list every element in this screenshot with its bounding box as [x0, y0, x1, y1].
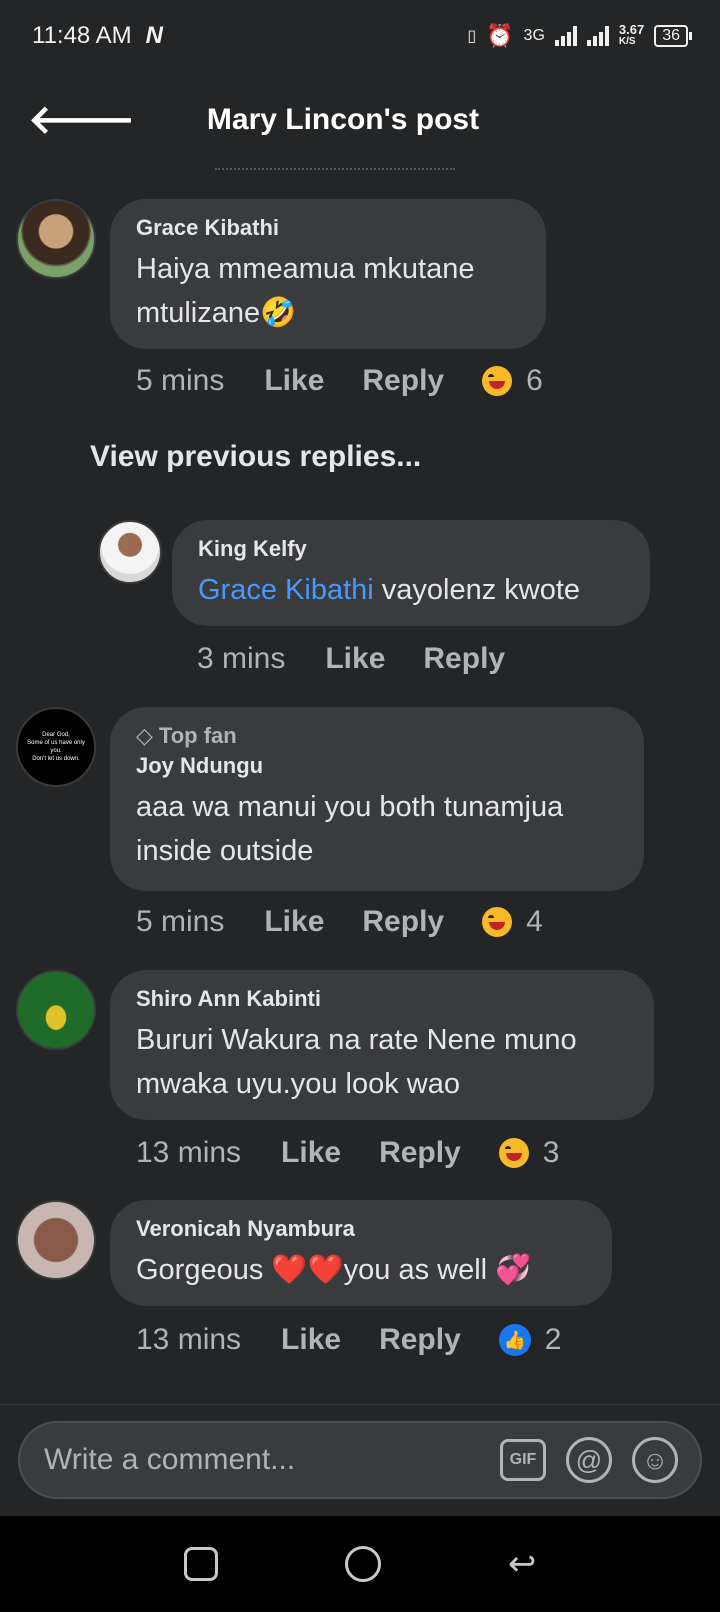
haha-reaction-icon [482, 366, 513, 396]
like-button[interactable]: Like [264, 364, 324, 398]
reply-button[interactable]: Reply [362, 905, 444, 939]
network-type: 3G [523, 27, 545, 44]
gif-icon[interactable]: GIF [500, 1439, 546, 1481]
comment-text: Bururi Wakura na rate Nene muno mwaka uy… [136, 1024, 577, 1100]
comment-bubble[interactable]: Shiro Ann Kabinti Bururi Wakura na rate … [110, 970, 654, 1120]
avatar[interactable] [16, 970, 96, 1050]
like-button[interactable]: Like [281, 1323, 341, 1357]
carrier-logo-icon: N [145, 22, 163, 49]
battery-icon: 36 [654, 25, 692, 47]
comment-actions: 13 mins Like Reply 3 [136, 1136, 559, 1170]
comment-composer: GIF @ ☺ [0, 1404, 720, 1517]
mention-at-icon[interactable]: @ [566, 1437, 612, 1483]
comment-actions: 5 mins Like Reply 6 [136, 364, 543, 398]
avatar[interactable]: Dear God, Some of us have only you. Don't l… [16, 707, 96, 787]
comment-author[interactable]: Joy Ndungu [136, 753, 618, 779]
status-bar: 11:48 AM N ▯ ⏰ 3G 3.67 K/S 36 [0, 0, 720, 72]
reaction-summary[interactable]: 6 [482, 364, 543, 398]
recents-icon[interactable] [183, 1547, 218, 1581]
comment-input-box[interactable]: GIF @ ☺ [18, 1421, 702, 1499]
comment-bubble[interactable]: ◇ Top fan Joy Ndungu aaa wa manui you bot… [110, 707, 644, 891]
comment-author[interactable]: Shiro Ann Kabinti [136, 986, 628, 1012]
reply-bubble[interactable]: King Kelfy Grace Kibathi vayolenz kwote [172, 520, 650, 626]
avatar-image-text: Dear God, Some of us have only you. Don't l… [27, 732, 85, 762]
status-time: 11:48 AM [32, 22, 132, 49]
vibrate-icon: ▯ [467, 28, 477, 45]
reply-button[interactable]: Reply [423, 642, 505, 676]
reply-button[interactable]: Reply [362, 364, 444, 398]
comment-time: 3 mins [197, 642, 286, 675]
comment-actions: 13 mins Like Reply 👍 2 [136, 1323, 561, 1357]
reaction-count: 6 [526, 364, 543, 397]
reaction-count: 2 [544, 1323, 562, 1356]
reply-button[interactable]: Reply [379, 1136, 461, 1170]
reaction-summary[interactable]: 👍 2 [498, 1323, 562, 1357]
comment-author[interactable]: Veronicah Nyambura [136, 1216, 586, 1242]
signal-2-icon [586, 26, 609, 46]
diamond-icon: ◇ [136, 723, 153, 748]
reaction-count: 4 [526, 905, 543, 938]
comment-bubble[interactable]: Veronicah Nyambura Gorgeous ❤️❤️you as w… [110, 1200, 612, 1306]
emoji-icon[interactable]: ☺ [632, 1437, 678, 1483]
comment-text: Grace Kibathi vayolenz kwote [198, 568, 624, 612]
comment-bubble[interactable]: Grace Kibathi Haiya mmeamua mkutane mtul… [110, 199, 546, 349]
comment-time: 13 mins [136, 1323, 242, 1356]
comment-actions: 5 mins Like Reply 4 [136, 905, 543, 939]
back-icon[interactable]: ↩ [508, 1544, 537, 1584]
avatar[interactable] [16, 199, 96, 279]
scrolled-content-fragment [215, 168, 455, 174]
comments-feed[interactable]: Grace Kibathi Haiya mmeamua mkutane mtul… [0, 168, 720, 1404]
comment-input[interactable] [42, 1442, 500, 1478]
comment-time: 13 mins [136, 1136, 242, 1169]
reaction-count: 3 [542, 1136, 560, 1169]
like-button[interactable]: Like [325, 642, 385, 676]
comment-text: aaa wa manui you both tunamjua inside ou… [136, 791, 564, 867]
avatar[interactable] [98, 520, 162, 584]
comment-time: 5 mins [136, 905, 225, 938]
view-previous-replies-link[interactable]: View previous replies... [90, 440, 421, 474]
reaction-summary[interactable]: 4 [482, 905, 543, 939]
like-button[interactable]: Like [281, 1136, 341, 1170]
comment-author[interactable]: King Kelfy [198, 536, 624, 562]
system-nav-bar: ↩ [0, 1516, 720, 1612]
haha-reaction-icon [482, 907, 513, 937]
comment-text: Gorgeous ❤️❤️you as well 💞 [136, 1254, 532, 1286]
avatar[interactable] [16, 1200, 96, 1280]
reaction-summary[interactable]: 3 [498, 1136, 560, 1170]
mention-link[interactable]: Grace Kibathi [198, 574, 374, 606]
post-header: 🡐 Mary Lincon's post [0, 72, 720, 168]
reply-button[interactable]: Reply [379, 1323, 461, 1357]
comment-actions: 3 mins Like Reply [197, 642, 543, 676]
comment-text: Haiya mmeamua mkutane mtulizane🤣 [136, 253, 475, 329]
signal-icon [554, 26, 577, 46]
net-speed: 3.67 K/S [618, 22, 645, 47]
thumbs-up-reaction-icon: 👍 [498, 1324, 531, 1356]
top-fan-badge: ◇ Top fan [136, 723, 237, 748]
home-icon[interactable] [344, 1546, 381, 1582]
comment-time: 5 mins [136, 364, 225, 397]
alarm-icon: ⏰ [486, 23, 514, 48]
comment-text-body: vayolenz kwote [373, 574, 581, 606]
like-button[interactable]: Like [264, 905, 324, 939]
page-title: Mary Lincon's post [206, 103, 480, 136]
comment-author[interactable]: Grace Kibathi [136, 215, 520, 241]
haha-reaction-icon [498, 1138, 529, 1168]
